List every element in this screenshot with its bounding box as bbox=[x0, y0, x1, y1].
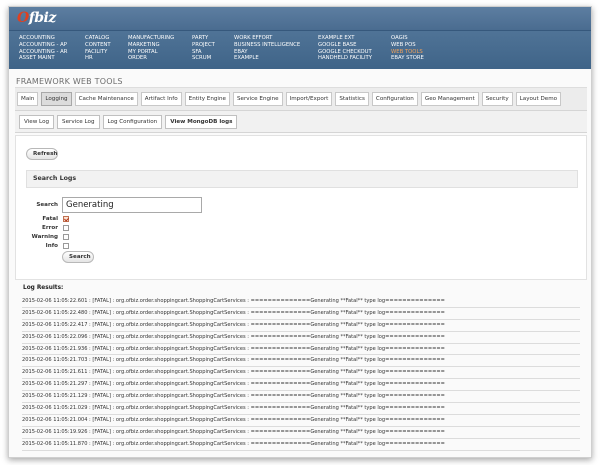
error-checkbox[interactable] bbox=[63, 225, 69, 231]
logo-text: fbiz bbox=[28, 10, 57, 26]
info-label: Info bbox=[45, 243, 58, 249]
search-logs-title: Search Logs bbox=[33, 175, 77, 182]
menu-column: EXAMPLE EXT GOOGLE BASE GOOGLE CHECKOUT HAN… bbox=[318, 35, 372, 62]
warning-checkbox[interactable] bbox=[63, 234, 69, 240]
menu-column: PARTY PROJECT SFA SCRUM bbox=[192, 35, 215, 62]
tab-security[interactable]: Security bbox=[481, 92, 513, 106]
log-results-title: Log Results: bbox=[23, 285, 64, 291]
menu-item-web-pos[interactable]: WEB POS bbox=[391, 42, 424, 49]
log-row: 2015-02-06 11:05:22.096 : [FATAL] : org.… bbox=[22, 332, 580, 344]
refresh-button[interactable]: Refresh bbox=[26, 148, 58, 160]
menu-item-marketing[interactable]: MARKETING bbox=[128, 42, 174, 49]
menu-item-handheld-facility[interactable]: HANDHELD FACILITY bbox=[318, 55, 372, 62]
menu-item-ebay[interactable]: EBAY bbox=[234, 49, 300, 56]
top-bar bbox=[9, 7, 591, 31]
log-row: 2015-02-06 11:05:21.297 : [FATAL] : org.… bbox=[22, 379, 580, 392]
menu-column: WORK EFFORT BUSINESS INTELLIGENCE EBAY EXAM… bbox=[234, 35, 300, 62]
menu-item-facility[interactable]: FACILITY bbox=[85, 49, 111, 56]
menu-column: OAGIS WEB POS WEB TOOLS EBAY STORE bbox=[391, 35, 424, 62]
menu-item-accounting[interactable]: ACCOUNTING bbox=[19, 35, 67, 42]
tab-artifact-info[interactable]: Artifact Info bbox=[140, 92, 182, 106]
menu-item-my-portal[interactable]: MY PORTAL bbox=[128, 49, 174, 56]
tab-main[interactable]: Main bbox=[17, 92, 39, 106]
log-row: 2015-02-06 11:05:21.004 : [FATAL] : org.… bbox=[22, 415, 580, 427]
search-button[interactable]: Search bbox=[62, 251, 94, 263]
tab-statistics[interactable]: Statistics bbox=[335, 92, 369, 106]
logging-subtabs: View Log Service Log Log Configuration View… bbox=[19, 115, 240, 129]
log-results-list: 2015-02-06 11:05:22.601 : [FATAL] : org.… bbox=[22, 296, 580, 451]
application-menu: ACCOUNTING ACCOUNTING - AP ACCOUNTING - AR… bbox=[9, 35, 591, 67]
tab-entity-engine[interactable]: Entity Engine bbox=[184, 92, 230, 106]
menu-item-ebay-store[interactable]: EBAY STORE bbox=[391, 55, 424, 62]
page-title: FRAMEWORK WEB TOOLS bbox=[16, 77, 123, 86]
log-row: 2015-02-06 11:05:22.417 : [FATAL] : org.… bbox=[22, 320, 580, 332]
menu-item-accounting-ar[interactable]: ACCOUNTING - AR bbox=[19, 49, 67, 56]
tab-cache-maintenance[interactable]: Cache Maintenance bbox=[74, 92, 138, 106]
log-row: 2015-02-06 11:05:21.936 : [FATAL] : org.… bbox=[22, 344, 580, 356]
log-row: 2015-02-06 11:05:22.480 : [FATAL] : org.… bbox=[22, 308, 580, 320]
menu-item-work-effort[interactable]: WORK EFFORT bbox=[234, 35, 300, 42]
subtab-view-log[interactable]: View Log bbox=[19, 115, 55, 129]
info-checkbox[interactable] bbox=[63, 243, 69, 249]
menu-item-catalog[interactable]: CATALOG bbox=[85, 35, 111, 42]
tab-geo-management[interactable]: Geo Management bbox=[420, 92, 479, 106]
ofbiz-logo[interactable]: Ofbiz bbox=[17, 10, 56, 26]
menu-item-business-intelligence[interactable]: BUSINESS INTELLIGENCE bbox=[234, 42, 300, 49]
search-label: Search bbox=[36, 202, 58, 208]
app-window: Ofbiz ACCOUNTING ACCOUNTING - AP ACCOUNTIN… bbox=[8, 6, 592, 458]
log-row: 2015-02-06 11:05:21.129 : [FATAL] : org.… bbox=[22, 391, 580, 404]
menu-item-accounting-ap[interactable]: ACCOUNTING - AP bbox=[19, 42, 67, 49]
warning-label: Warning bbox=[31, 234, 58, 240]
search-panel: Refresh Search Logs Search Fatal Error W… bbox=[15, 135, 587, 280]
subtab-service-log[interactable]: Service Log bbox=[57, 115, 100, 129]
tab-configuration[interactable]: Configuration bbox=[371, 92, 418, 106]
main-tabs: Main Logging Cache Maintenance Artifact Inf… bbox=[17, 92, 564, 106]
menu-item-example-ext[interactable]: EXAMPLE EXT bbox=[318, 35, 372, 42]
log-row: 2015-02-06 11:05:21.029 : [FATAL] : org.… bbox=[22, 403, 580, 415]
header: Ofbiz ACCOUNTING ACCOUNTING - AP ACCOUNTIN… bbox=[9, 7, 591, 69]
fatal-label: Fatal bbox=[42, 216, 58, 222]
menu-item-hr[interactable]: HR bbox=[85, 55, 111, 62]
tab-import-export[interactable]: Import/Export bbox=[285, 92, 333, 106]
search-logs-header: Search Logs bbox=[26, 170, 578, 188]
log-row: 2015-02-06 11:05:21.703 : [FATAL] : org.… bbox=[22, 355, 580, 368]
tab-logging[interactable]: Logging bbox=[41, 92, 72, 106]
tab-service-engine[interactable]: Service Engine bbox=[232, 92, 283, 106]
menu-column: CATALOG CONTENT FACILITY HR bbox=[85, 35, 111, 62]
menu-item-scrum[interactable]: SCRUM bbox=[192, 55, 215, 62]
sub-tab-bar: View Log Service Log Log Configuration View… bbox=[15, 111, 587, 133]
menu-column: MANUFACTURING MARKETING MY PORTAL ORDER bbox=[128, 35, 174, 62]
log-row: 2015-02-06 11:05:19.926 : [FATAL] : org.… bbox=[22, 427, 580, 439]
fatal-checkbox[interactable] bbox=[63, 216, 69, 222]
logo-initial: O bbox=[17, 10, 29, 26]
menu-item-content[interactable]: CONTENT bbox=[85, 42, 111, 49]
menu-item-sfa[interactable]: SFA bbox=[192, 49, 215, 56]
menu-item-google-checkout[interactable]: GOOGLE CHECKOUT bbox=[318, 49, 372, 56]
subtab-view-mongodb-logs[interactable]: View MongoDB logs bbox=[165, 115, 238, 129]
subtab-log-configuration[interactable]: Log Configuration bbox=[102, 115, 163, 129]
log-row: 2015-02-06 11:05:21.611 : [FATAL] : org.… bbox=[22, 367, 580, 380]
error-label: Error bbox=[42, 225, 58, 231]
menu-item-party[interactable]: PARTY bbox=[192, 35, 215, 42]
menu-item-example[interactable]: EXAMPLE bbox=[234, 55, 300, 62]
search-input[interactable] bbox=[62, 197, 202, 213]
menu-item-asset-maint[interactable]: ASSET MAINT bbox=[19, 55, 67, 62]
menu-item-order[interactable]: ORDER bbox=[128, 55, 174, 62]
menu-item-manufacturing[interactable]: MANUFACTURING bbox=[128, 35, 174, 42]
tab-layout-demo[interactable]: Layout Demo bbox=[515, 92, 562, 106]
log-row: 2015-02-06 11:05:11.870 : [FATAL] : org.… bbox=[22, 439, 580, 451]
menu-item-google-base[interactable]: GOOGLE BASE bbox=[318, 42, 372, 49]
menu-column: ACCOUNTING ACCOUNTING - AP ACCOUNTING - AR… bbox=[19, 35, 67, 62]
menu-item-project[interactable]: PROJECT bbox=[192, 42, 215, 49]
menu-item-web-tools[interactable]: WEB TOOLS bbox=[391, 49, 424, 56]
log-row: 2015-02-06 11:05:22.601 : [FATAL] : org.… bbox=[22, 296, 580, 308]
menu-item-oagis[interactable]: OAGIS bbox=[391, 35, 424, 42]
main-tab-bar: Main Logging Cache Maintenance Artifact Inf… bbox=[15, 87, 587, 111]
